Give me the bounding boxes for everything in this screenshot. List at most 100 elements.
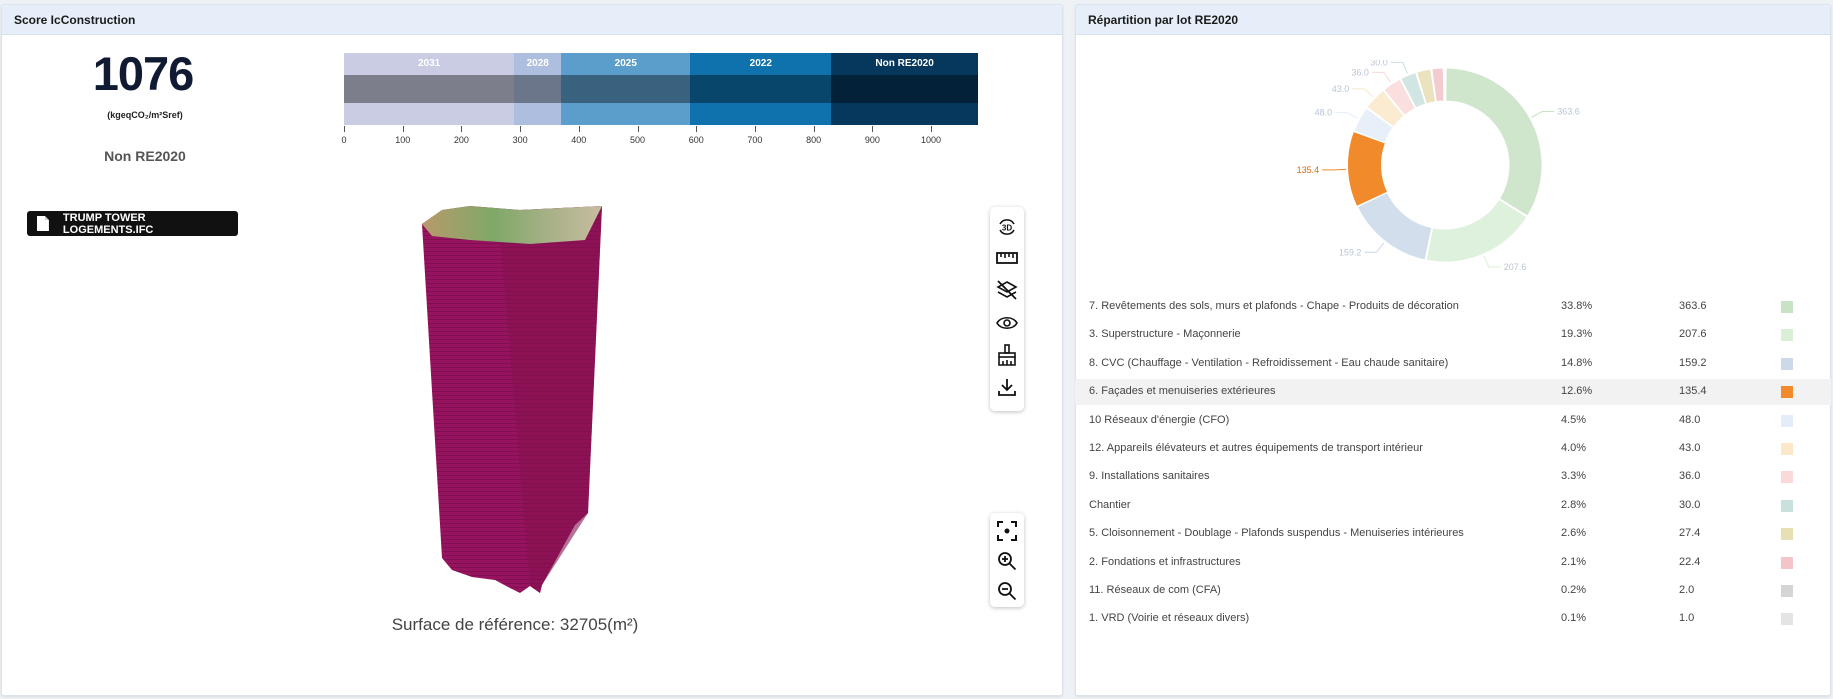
lot-value: 1.0 bbox=[1679, 612, 1695, 625]
donut-label: 43.0 bbox=[1332, 84, 1350, 94]
paint-brush-icon[interactable] bbox=[995, 343, 1019, 367]
donut-leader-line bbox=[1371, 71, 1391, 83]
score-band bbox=[344, 75, 515, 103]
lot-row[interactable]: 3. Superstructure - Maçonnerie 19.3% 207.6 bbox=[1075, 322, 1831, 348]
zoom-in-icon[interactable] bbox=[995, 549, 1019, 573]
donut-slice[interactable] bbox=[1356, 191, 1433, 261]
scale-tick-label: 200 bbox=[453, 135, 469, 145]
lot-percentage: 4.0% bbox=[1561, 442, 1587, 454]
viewer-toolbar: 3D bbox=[990, 207, 1024, 411]
hide-icon[interactable] bbox=[995, 278, 1019, 302]
score-band bbox=[514, 75, 562, 103]
lot-name: 10 Réseaux d'énergie (CFO) bbox=[1089, 413, 1230, 426]
donut-label: 207.6 bbox=[1504, 262, 1527, 272]
scale-tick-label: 300 bbox=[512, 135, 528, 145]
zoom-out-icon[interactable] bbox=[995, 579, 1019, 603]
donut-label: 363.6 bbox=[1557, 107, 1580, 117]
threshold-label: 2025 bbox=[614, 58, 637, 69]
scale-tick-mark bbox=[637, 126, 639, 132]
lot-row[interactable]: 11. Réseaux de com (CFA) 0.2% 2.0 bbox=[1075, 578, 1831, 604]
lot-name: 7. Revêtements des sols, murs et plafond… bbox=[1089, 300, 1459, 312]
lot-value: 36.0 bbox=[1679, 470, 1701, 483]
lot-row[interactable]: 10 Réseaux d'énergie (CFO) 4.5% 48.0 bbox=[1075, 408, 1831, 434]
scale-tick-mark bbox=[520, 126, 522, 132]
ifc-file-name: TRUMP TOWER LOGEMENTS.IFC bbox=[62, 211, 154, 236]
score-band bbox=[831, 75, 978, 103]
score-value: 1076 bbox=[92, 47, 195, 100]
lot-row[interactable]: 7. Revêtements des sols, murs et plafond… bbox=[1075, 294, 1831, 320]
threshold-label: 2028 bbox=[526, 58, 549, 69]
lot-percentage: 14.8% bbox=[1561, 356, 1593, 369]
eye-icon[interactable] bbox=[995, 311, 1019, 335]
lot-color-swatch bbox=[1781, 357, 1793, 370]
donut-leader-line bbox=[1364, 242, 1385, 253]
score-unit: (kgeqCO₂/m²Sref) bbox=[107, 110, 183, 120]
threshold-label: 2022 bbox=[749, 58, 772, 69]
lot-value: 27.4 bbox=[1679, 527, 1701, 540]
scale-tick-mark bbox=[696, 126, 698, 132]
lot-value: 30.0 bbox=[1679, 498, 1701, 511]
scale-tick-label: 500 bbox=[630, 135, 646, 145]
donut-leader-line bbox=[1322, 168, 1347, 171]
lot-color-swatch bbox=[1781, 471, 1793, 484]
lot-color-swatch bbox=[1781, 613, 1793, 626]
lot-row[interactable]: 8. CVC (Chauffage - Ventilation - Refroi… bbox=[1075, 351, 1831, 377]
scale-tick-label: 800 bbox=[806, 135, 822, 145]
lot-percentage: 33.8% bbox=[1561, 300, 1593, 312]
lot-value: 43.0 bbox=[1679, 442, 1701, 454]
ruler-icon[interactable] bbox=[995, 246, 1019, 270]
lot-percentage: 4.5% bbox=[1561, 413, 1587, 426]
lot-percentage: 2.1% bbox=[1561, 555, 1587, 568]
donut-slice[interactable] bbox=[1348, 132, 1387, 206]
threshold-label: Non RE2020 bbox=[875, 58, 934, 69]
lot-value: 2.0 bbox=[1679, 584, 1695, 596]
lot-name: 1. VRD (Voirie et réseaux divers) bbox=[1089, 612, 1250, 625]
donut-leader-line bbox=[1483, 255, 1501, 268]
lot-value: 363.6 bbox=[1679, 300, 1707, 312]
lot-name: 5. Cloisonnement - Doublage - Plafonds s… bbox=[1089, 527, 1464, 540]
lot-percentage: 19.3% bbox=[1561, 328, 1593, 341]
lot-color-swatch bbox=[1781, 301, 1793, 313]
donut-label: 36.0 bbox=[1351, 67, 1369, 77]
donut-label: 48.0 bbox=[1315, 108, 1333, 118]
donut-slice[interactable] bbox=[1445, 67, 1543, 217]
lot-color-swatch bbox=[1781, 528, 1793, 541]
scale-tick-mark bbox=[813, 126, 815, 132]
donut-slice[interactable] bbox=[1425, 198, 1528, 263]
scale-tick-label: 400 bbox=[571, 135, 587, 145]
score-band bbox=[561, 75, 691, 103]
building-3d-model[interactable] bbox=[410, 200, 630, 600]
scale-tick-label: 0 bbox=[341, 135, 347, 145]
donut-label: 30.0 bbox=[1370, 60, 1388, 67]
scale-tick-label: 100 bbox=[395, 135, 411, 145]
lot-percentage: 2.6% bbox=[1561, 527, 1587, 540]
fit-view-icon[interactable] bbox=[995, 519, 1019, 543]
lot-row[interactable]: Chantier 2.8% 30.0 bbox=[1075, 493, 1831, 519]
donut-leader-line bbox=[1531, 111, 1555, 118]
lot-row[interactable]: 6. Façades et menuiseries extérieures 12.… bbox=[1075, 379, 1831, 406]
lot-row[interactable]: 9. Installations sanitaires 3.3% 36.0 bbox=[1075, 464, 1831, 490]
lot-row[interactable]: 2. Fondations et infrastructures 2.1% 22.4 bbox=[1075, 550, 1831, 576]
download-icon[interactable] bbox=[995, 375, 1019, 399]
lot-color-swatch bbox=[1781, 499, 1793, 512]
3d-view-icon[interactable]: 3D bbox=[995, 215, 1019, 239]
lot-value: 135.4 bbox=[1679, 385, 1707, 398]
donut-leader-line bbox=[1352, 88, 1374, 98]
lot-value: 48.0 bbox=[1679, 413, 1701, 426]
lot-donut-chart[interactable]: 363.6 207.6 159.2 135.4 48.0 43.036.030.0 bbox=[1290, 60, 1600, 290]
donut-leader-line bbox=[1335, 112, 1358, 119]
lot-row[interactable]: 12. Appareils élévateurs et autres équip… bbox=[1075, 436, 1831, 462]
lot-value: 22.4 bbox=[1679, 555, 1701, 568]
scale-tick-mark bbox=[754, 126, 756, 132]
lot-color-swatch bbox=[1781, 443, 1793, 455]
lot-name: 3. Superstructure - Maçonnerie bbox=[1089, 328, 1241, 341]
lot-name: 8. CVC (Chauffage - Ventilation - Refroi… bbox=[1089, 356, 1449, 369]
ifc-file-button[interactable]: TRUMP TOWER LOGEMENTS.IFC bbox=[27, 211, 238, 236]
lot-name: Chantier bbox=[1089, 498, 1131, 511]
scale-tick-label: 900 bbox=[864, 135, 880, 145]
lot-row[interactable]: 5. Cloisonnement - Doublage - Plafonds s… bbox=[1075, 521, 1831, 547]
score-status: Non RE2020 bbox=[104, 148, 186, 164]
scale-tick-label: 1000 bbox=[921, 135, 942, 145]
scale-tick-mark bbox=[872, 126, 874, 132]
lot-row[interactable]: 1. VRD (Voirie et réseaux divers) 0.1% 1.0 bbox=[1075, 606, 1831, 632]
